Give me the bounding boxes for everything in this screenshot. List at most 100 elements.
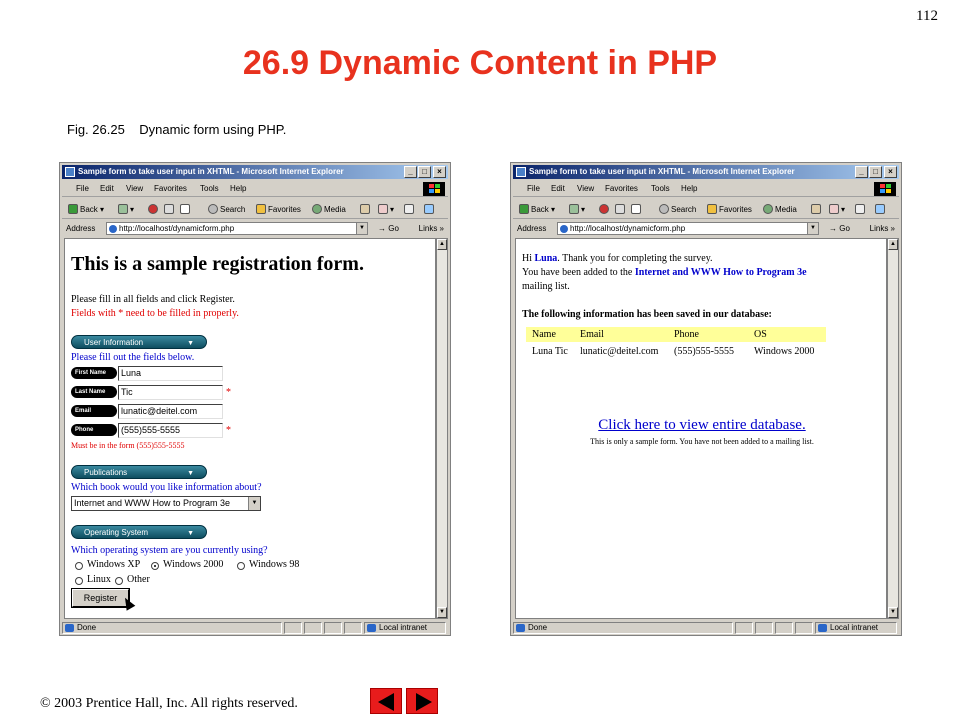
os-radio-linux[interactable] [75, 577, 83, 585]
view-database-link[interactable]: Click here to view entire database. [516, 417, 886, 434]
address-input[interactable]: http://localhost/dynamicform.php ▼ [106, 222, 368, 235]
ie-icon [65, 167, 75, 177]
address-label: Address [66, 224, 96, 233]
maximize-button[interactable]: □ [869, 166, 882, 178]
refresh-icon [164, 204, 174, 214]
email-input[interactable]: lunatic@deitel.com [118, 404, 223, 419]
home-button[interactable] [180, 204, 192, 214]
mail-button[interactable]: ▾ [829, 204, 845, 214]
go-button[interactable]: → Go [378, 224, 399, 233]
saved-info-table: Name Email Phone OS Luna Tic lunatic@dei… [526, 327, 826, 359]
menu-tools[interactable]: Tools [651, 184, 670, 193]
search-button[interactable]: Search [208, 204, 245, 214]
home-button[interactable] [631, 204, 643, 214]
back-button[interactable]: Back ▾ [519, 204, 555, 214]
media-button[interactable]: Media [763, 204, 797, 214]
forward-button[interactable]: ▾ [118, 204, 134, 214]
phone-label: Phone [71, 424, 117, 436]
links-button[interactable]: Links » [870, 224, 895, 233]
close-button[interactable]: × [433, 166, 446, 178]
address-dropdown-icon[interactable]: ▼ [356, 223, 367, 234]
os-radio-windows-98[interactable] [237, 562, 245, 570]
page-icon [560, 225, 568, 233]
window-title-bar[interactable]: Sample form to take user input in XHTML … [513, 165, 899, 179]
first-name-input[interactable]: Luna [118, 366, 223, 381]
scroll-up-icon[interactable]: ▲ [437, 239, 447, 250]
menu-view[interactable]: View [126, 184, 143, 193]
chevron-down-icon[interactable]: ▼ [248, 497, 260, 510]
table-row: Luna Tic lunatic@deitel.com (555)555-555… [526, 342, 826, 359]
table-cell: (555)555-5555 [674, 346, 734, 357]
vertical-scrollbar[interactable]: ▲ ▼ [887, 238, 899, 619]
mail-button[interactable]: ▾ [378, 204, 394, 214]
minimize-button[interactable]: _ [404, 166, 417, 178]
book-select[interactable]: Internet and WWW How to Program 3e ▼ [71, 496, 261, 511]
os-radio-other[interactable] [115, 577, 123, 585]
register-button[interactable]: Register [71, 588, 130, 608]
scroll-down-icon[interactable]: ▼ [437, 607, 447, 618]
history-button[interactable] [811, 204, 823, 214]
minimize-button[interactable]: _ [855, 166, 868, 178]
go-button[interactable]: → Go [829, 224, 850, 233]
address-input[interactable]: http://localhost/dynamicform.php ▼ [557, 222, 819, 235]
refresh-button[interactable] [615, 204, 627, 214]
vertical-scrollbar[interactable]: ▲ ▼ [436, 238, 448, 619]
home-icon [631, 204, 641, 214]
print-button[interactable] [404, 204, 416, 214]
menu-favorites[interactable]: Favorites [154, 184, 187, 193]
menu-tools[interactable]: Tools [200, 184, 219, 193]
last-name-label: Last Name [71, 386, 117, 398]
phone-format-hint: Must be in the form (555)555-5555 [71, 441, 185, 450]
publications-prompt: Which book would you like information ab… [71, 482, 262, 493]
edit-button[interactable] [875, 204, 887, 214]
next-slide-button[interactable] [406, 688, 438, 714]
favorites-button[interactable]: Favorites [707, 204, 752, 214]
close-button[interactable]: × [884, 166, 897, 178]
links-button[interactable]: Links » [419, 224, 444, 233]
scroll-down-icon[interactable]: ▼ [888, 607, 898, 618]
menu-edit[interactable]: Edit [100, 184, 114, 193]
stop-icon [599, 204, 609, 214]
address-bar: Address http://localhost/dynamicform.php… [513, 220, 899, 237]
edit-button[interactable] [424, 204, 436, 214]
menu-file[interactable]: File [527, 184, 540, 193]
phone-input[interactable]: (555)555-5555 [118, 423, 223, 438]
user-info-section-bar: User Information ▼ [71, 335, 207, 349]
history-button[interactable] [360, 204, 372, 214]
forward-button[interactable]: ▾ [569, 204, 585, 214]
scroll-up-icon[interactable]: ▲ [888, 239, 898, 250]
menu-help[interactable]: Help [681, 184, 697, 193]
favorites-button[interactable]: Favorites [256, 204, 301, 214]
os-radio-windows-xp[interactable] [75, 562, 83, 570]
menu-favorites[interactable]: Favorites [605, 184, 638, 193]
previous-slide-button[interactable] [370, 688, 402, 714]
menu-view[interactable]: View [577, 184, 594, 193]
status-zone: Local intranet [364, 622, 446, 634]
back-button[interactable]: Back ▾ [68, 204, 104, 214]
address-dropdown-icon[interactable]: ▼ [807, 223, 818, 234]
maximize-button[interactable]: □ [418, 166, 431, 178]
user-info-prompt: Please fill out the fields below. [71, 352, 195, 363]
print-button[interactable] [855, 204, 867, 214]
os-radio-windows-2000[interactable] [151, 562, 159, 570]
menu-bar: File Edit View Favorites Tools Help [513, 181, 899, 197]
stop-icon [148, 204, 158, 214]
media-icon [763, 204, 773, 214]
stop-button[interactable] [599, 204, 611, 214]
sample-note: This is only a sample form. You have not… [590, 437, 814, 446]
stop-button[interactable] [148, 204, 160, 214]
status-pane [284, 622, 302, 634]
media-button[interactable]: Media [312, 204, 346, 214]
search-button[interactable]: Search [659, 204, 696, 214]
arrow-left-icon [378, 693, 394, 711]
menu-help[interactable]: Help [230, 184, 246, 193]
menu-edit[interactable]: Edit [551, 184, 565, 193]
menu-file[interactable]: File [76, 184, 89, 193]
last-name-input[interactable]: Tic [118, 385, 223, 400]
home-icon [180, 204, 190, 214]
status-pane [735, 622, 753, 634]
added-line: You have been added to the Internet and … [522, 267, 807, 278]
refresh-button[interactable] [164, 204, 176, 214]
window-title-bar[interactable]: Sample form to take user input in XHTML … [62, 165, 448, 179]
windows-logo-icon [423, 182, 445, 196]
